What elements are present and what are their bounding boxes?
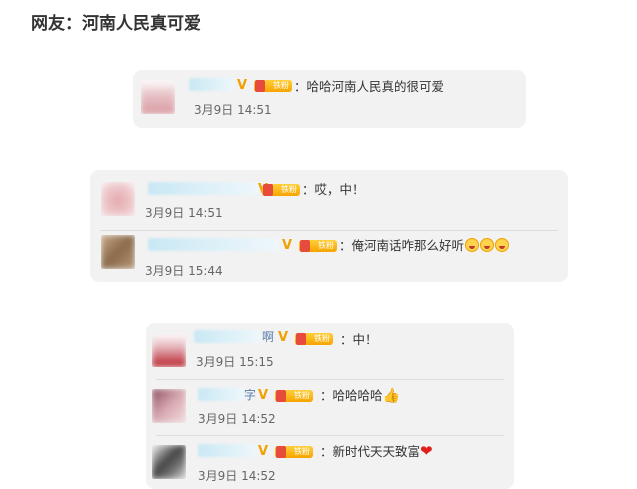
comment-item: V 铁粉 ：哈哈河南人民真的很可爱 3月9日 14:51 <box>133 70 526 128</box>
fan-badge-label: 铁粉 <box>294 391 310 400</box>
comment-text: ：哎，中！ <box>302 182 365 197</box>
verified-v-icon: V <box>282 238 293 253</box>
username-blurred[interactable] <box>198 444 256 457</box>
fan-badge-label: 铁粉 <box>318 241 334 250</box>
comment-text: ：新时代天天致富❤ <box>320 442 433 460</box>
fan-badge: 铁粉 <box>275 390 313 402</box>
comment-item: 字 V 铁粉 ：哈哈哈哈👍 3月9日 14:52 <box>146 379 514 433</box>
avatar[interactable] <box>152 333 186 367</box>
fan-badge: 铁粉 <box>254 80 292 92</box>
username-blurred[interactable] <box>189 78 235 91</box>
laugh-emoji-icon <box>495 238 510 252</box>
comment-card-1: V 铁粉 ：哈哈河南人民真的很可爱 3月9日 14:51 <box>133 70 526 128</box>
comment-card-3: 啊 V 铁粉 ：中！ 3月9日 15:15 字 V 铁粉 ：哈哈哈哈👍 3月9日… <box>146 323 514 489</box>
fan-badge: 铁粉 <box>275 446 313 458</box>
avatar[interactable] <box>152 389 186 423</box>
laugh-emoji-icon <box>480 238 495 252</box>
article-headline: 网友：河南人民真可爱 <box>31 14 201 34</box>
fan-badge: 铁粉 <box>295 333 333 345</box>
comment-text-body: ：新时代天天致富 <box>320 444 421 459</box>
comment-text: ：中！ <box>340 332 378 347</box>
fan-badge-label: 铁粉 <box>294 447 310 456</box>
fan-badge-label: 铁粉 <box>273 81 289 90</box>
comment-text: ：哈哈河南人民真的很可爱 <box>294 79 445 94</box>
username-visible-part[interactable]: 啊 <box>262 330 274 345</box>
comment-time: 3月9日 14:52 <box>198 412 276 426</box>
fan-badge: 铁粉 <box>299 240 337 252</box>
username-visible-part[interactable]: 字 <box>244 388 256 403</box>
comment-item: 啊 V 铁粉 ：中！ 3月9日 15:15 <box>146 323 514 379</box>
laugh-emoji-icon <box>465 238 480 252</box>
comment-text: ：哈哈哈哈👍 <box>320 388 400 404</box>
username-blurred[interactable] <box>148 182 258 195</box>
verified-v-icon: V <box>237 78 248 93</box>
comment-text-body: ：俺河南话咋那么好听 <box>339 238 465 253</box>
verified-v-icon: V <box>258 444 269 459</box>
comment-item: V 铁粉 ：俺河南话咋那么好听 3月9日 15:44 <box>90 230 568 282</box>
username-blurred[interactable] <box>194 330 260 343</box>
avatar[interactable] <box>141 80 175 114</box>
fan-badge: 铁粉 <box>262 184 300 196</box>
comment-text-body: ：哈哈哈哈 <box>320 388 383 403</box>
comment-time: 3月9日 15:15 <box>196 355 274 369</box>
verified-v-icon: V <box>278 330 289 345</box>
comment-text: ：俺河南话咋那么好听 <box>339 238 510 253</box>
fan-badge-label: 铁粉 <box>314 334 330 343</box>
avatar[interactable] <box>152 445 186 479</box>
comment-time: 3月9日 14:51 <box>194 103 272 117</box>
comment-time: 3月9日 14:52 <box>198 469 276 483</box>
fan-badge-label: 铁粉 <box>281 185 297 194</box>
avatar[interactable] <box>101 235 135 269</box>
comment-item: V 铁粉 ：哎，中！ 3月9日 14:51 <box>90 170 568 226</box>
username-blurred[interactable] <box>148 238 278 251</box>
comment-card-2: V 铁粉 ：哎，中！ 3月9日 14:51 V 铁粉 ：俺河南话咋那么好听 3月… <box>90 170 568 282</box>
heart-icon: ❤ <box>420 442 433 460</box>
comment-time: 3月9日 14:51 <box>145 206 223 220</box>
username-blurred[interactable] <box>198 388 244 401</box>
thumbs-up-icon: 👍 <box>382 388 400 404</box>
verified-v-icon: V <box>258 388 269 403</box>
comment-time: 3月9日 15:44 <box>145 264 223 278</box>
avatar[interactable] <box>101 182 135 216</box>
comment-item: V 铁粉 ：新时代天天致富❤ 3月9日 14:52 <box>146 435 514 489</box>
